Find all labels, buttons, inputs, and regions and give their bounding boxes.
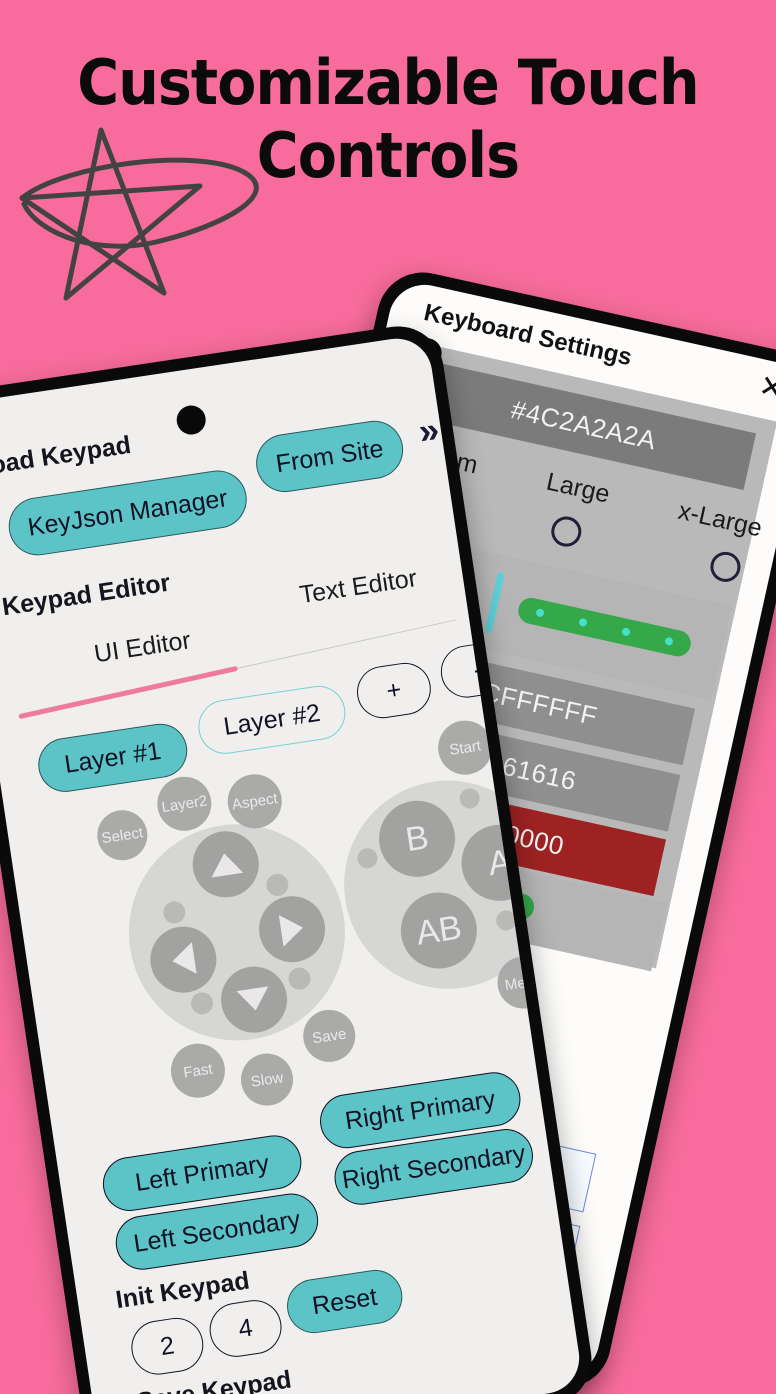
star-doodle-icon [19,127,259,301]
gamepad-button-fast[interactable]: Fast [167,1039,229,1102]
button-label: Left Primary [133,1148,271,1197]
gamepad-button-select[interactable]: Select [93,806,151,864]
promo-stage: Customizable Touch Controls Keyboard Set… [0,0,776,1394]
button-label: Right Secondary [340,1138,528,1194]
camera-punch-hole [174,403,208,437]
button-label: AB [413,907,465,953]
button-label: Right Primary [343,1084,498,1135]
button-label: Layer #1 [62,736,163,779]
keyjson-manager-button[interactable]: KeyJson Manager [4,466,251,560]
gamepad-button-label: Aspect [230,789,279,814]
gamepad-button-slow[interactable]: Slow [237,1050,297,1110]
button-label: + [384,675,404,705]
slider-green[interactable] [515,595,694,659]
button-label: 4 [236,1313,255,1343]
section-keypad-editor: Keypad Editor [0,568,173,622]
arrow-right-icon [278,911,306,947]
close-icon[interactable]: ✕ [756,369,776,407]
button-label: KeyJson Manager [25,483,230,542]
gamepad-button-label: Select [100,823,145,847]
button-label: A [485,841,514,883]
tab-ui-editor[interactable]: UI Editor [92,626,192,669]
arrow-up-icon [208,851,244,878]
slider-divider[interactable] [484,571,505,634]
headline-line-1: Customizable Touch [77,46,699,119]
gamepad-button-label: Slow [249,1068,285,1091]
gamepad-button-start[interactable]: Start [434,716,496,779]
gamepad-button-label: Layer2 [160,791,209,816]
layer-2-button[interactable]: Layer #2 [194,682,350,758]
from-site-button[interactable]: From Site [252,416,408,497]
gamepad-button-label: Save [311,1024,348,1047]
init-value-4-button[interactable]: 4 [205,1296,286,1361]
button-label: From Site [273,434,386,478]
gamepad-button-label: Fast [182,1060,214,1082]
arrow-left-icon [170,942,197,978]
tab-text-editor[interactable]: Text Editor [298,564,419,610]
arrow-down-icon [236,986,272,1013]
reset-button[interactable]: Reset [283,1266,407,1337]
gamepad-button-save[interactable]: Save [299,1006,359,1066]
button-label: Left Secondary [131,1204,303,1258]
button-label: B [402,817,432,859]
button-label: Layer #2 [221,698,323,741]
gamepad-button-aspect[interactable]: Aspect [224,770,286,833]
button-label: - [471,654,484,684]
layer-add-button[interactable]: + [353,659,435,722]
button-label: Reset [310,1282,379,1320]
section-load-keypad: Load Keypad [0,430,133,482]
button-label: 2 [158,1330,177,1361]
init-value-2-button[interactable]: 2 [127,1314,207,1379]
gamepad-button-layer2[interactable]: Layer2 [153,773,216,835]
chevron-double-right-icon[interactable]: » [416,408,442,452]
gamepad-button-label: Start [448,736,483,759]
radio-large[interactable] [548,513,585,550]
radio-xlarge[interactable] [707,548,744,585]
